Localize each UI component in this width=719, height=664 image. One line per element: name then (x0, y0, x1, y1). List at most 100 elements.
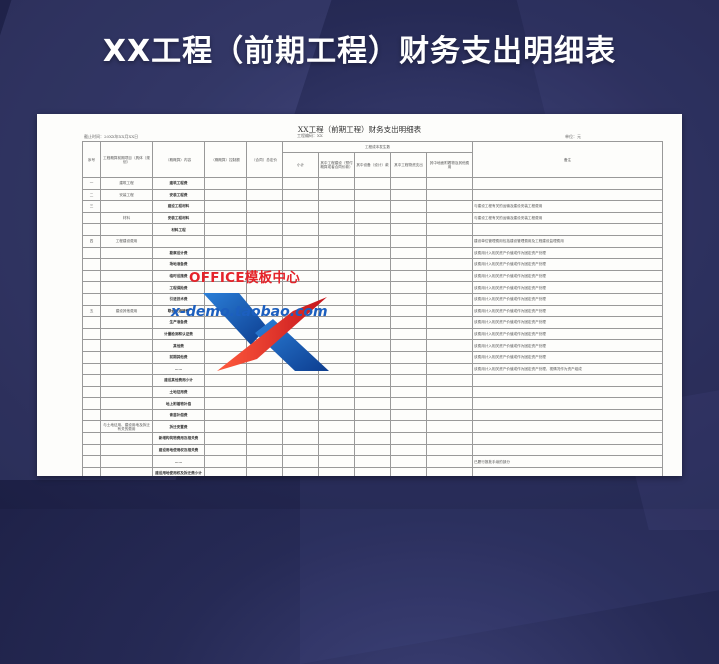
cell-sub3 (390, 223, 427, 236)
cell-sub1 (318, 408, 355, 422)
cell-sub3 (390, 408, 427, 422)
col-header-budget-amount: （概概算）控制额 (204, 141, 247, 178)
cell-item: 建设用地使用权及拆迁费小计 (152, 466, 205, 476)
cell-group (100, 246, 153, 260)
cell-seq: 一 (82, 177, 101, 190)
cell-subtotal (282, 200, 319, 213)
cell-sub3 (390, 234, 427, 248)
cell-sub2 (354, 385, 391, 399)
cell-sub2 (354, 281, 391, 294)
cell-remark (472, 374, 664, 387)
cell-remark: 该费用计入相关资产价值或作为固定资产处理 (472, 292, 664, 306)
cell-item: 安装工程费 (152, 188, 205, 202)
cell-budget-amount (204, 223, 247, 236)
cell-contract-total (246, 443, 283, 457)
cell-subtotal (282, 223, 319, 236)
cell-subtotal (282, 466, 319, 476)
cell-group (100, 316, 153, 329)
cell-sub4 (425, 432, 474, 445)
cell-group (100, 408, 153, 422)
cell-seq (82, 269, 101, 283)
cell-sub2 (354, 316, 391, 329)
cell-contract-total (246, 211, 283, 225)
cell-sub1 (318, 443, 355, 457)
cell-remark (472, 466, 664, 476)
cell-group: 安装工程 (100, 188, 153, 202)
cell-sub4 (425, 292, 474, 306)
cell-sub2 (354, 234, 391, 248)
cell-remark: 该费用计入相关资产价值或作为固定资产处理 (472, 327, 664, 341)
cell-item: 安装工程材料 (152, 211, 205, 225)
cell-sub2 (354, 223, 391, 236)
table-row: 建设用地使用权及相关费 (82, 443, 664, 457)
cell-contract-total (246, 374, 283, 387)
cell-sub2 (354, 420, 391, 434)
cell-contract-total (246, 420, 283, 434)
cell-sub4 (425, 200, 474, 213)
cell-sub4 (425, 234, 474, 248)
cell-seq (82, 432, 101, 445)
cell-seq (82, 246, 101, 260)
table-row: 地上附着物补偿 (82, 397, 664, 410)
cell-sub2 (354, 327, 391, 341)
cell-group: 与土地征用、建设用地及拆迁有关的费用 (100, 420, 153, 434)
cell-sub4 (425, 443, 474, 457)
table-row: 临时设施费 该费用计入相关资产价值或作为固定资产处理 (82, 269, 664, 283)
cell-seq (82, 374, 101, 387)
cell-contract-total (246, 432, 283, 445)
cell-item: 材料工程 (152, 223, 205, 236)
table-row: 场地准备费 该费用计入相关资产价值或作为固定资产处理 (82, 258, 664, 271)
cell-sub4 (425, 339, 474, 352)
cell-budget-amount (204, 177, 247, 190)
col-header-project: 工程概算前期项目（具体（规划） (100, 141, 153, 178)
cell-sub4 (425, 466, 474, 476)
cell-contract-total (246, 200, 283, 213)
cell-sub1 (318, 258, 355, 271)
cell-subtotal (282, 432, 319, 445)
cell-sub3 (390, 466, 427, 476)
cell-sub4 (425, 316, 474, 329)
cell-seq: 四 (82, 234, 101, 248)
table-row: 材料工程 (82, 223, 664, 236)
cell-contract-total (246, 455, 283, 468)
cell-sub3 (390, 269, 427, 283)
cell-budget-amount (204, 455, 247, 468)
cell-sub2 (354, 339, 391, 352)
banner-title: XX工程（前期工程）财务支出明细表 (102, 34, 617, 69)
table-row: 新增构筑物费用及相关费 (82, 432, 664, 445)
table-row: 二安装工程 安装工程费 (82, 188, 664, 202)
cell-sub4 (425, 304, 474, 318)
watermark-url: x-demo.taobao.com (171, 304, 328, 320)
cell-sub4 (425, 246, 474, 260)
cell-group (100, 432, 153, 445)
cell-remark (472, 443, 664, 457)
cell-sub4 (425, 455, 474, 468)
cell-seq: 五 (82, 304, 101, 318)
cell-group (100, 281, 153, 294)
cell-sub1 (318, 269, 355, 283)
cell-group: 材料 (100, 211, 153, 225)
cell-group (100, 327, 153, 341)
cell-sub2 (354, 258, 391, 271)
cell-item: 勘察设计费 (152, 246, 205, 260)
cell-subtotal (282, 443, 319, 457)
table-row: 与土地征用、建设用地及拆迁有关的费用 拆迁安置费 (82, 420, 664, 434)
cell-group (100, 397, 153, 410)
cell-item: 拆迁安置费 (152, 420, 205, 434)
table-row: …… 该费用计入相关资产价值或作为固定资产处理，视情况作为资产组成 (82, 362, 664, 376)
cell-subtotal (282, 385, 319, 399)
cell-sub2 (354, 269, 391, 283)
cell-sub1 (318, 177, 355, 190)
cell-sub1 (318, 188, 355, 202)
cell-budget-amount (204, 466, 247, 476)
cell-sub1 (318, 432, 355, 445)
cell-budget-amount (204, 408, 247, 422)
cell-remark: 已履行报批手续的部分 (472, 455, 664, 468)
cell-seq (82, 339, 101, 352)
cell-sub4 (425, 269, 474, 283)
x-logo-icon (203, 293, 329, 371)
cell-sub4 (425, 188, 474, 202)
cell-group (100, 350, 153, 364)
table-row: 青苗补偿费 (82, 408, 664, 422)
cell-sub3 (390, 432, 427, 445)
